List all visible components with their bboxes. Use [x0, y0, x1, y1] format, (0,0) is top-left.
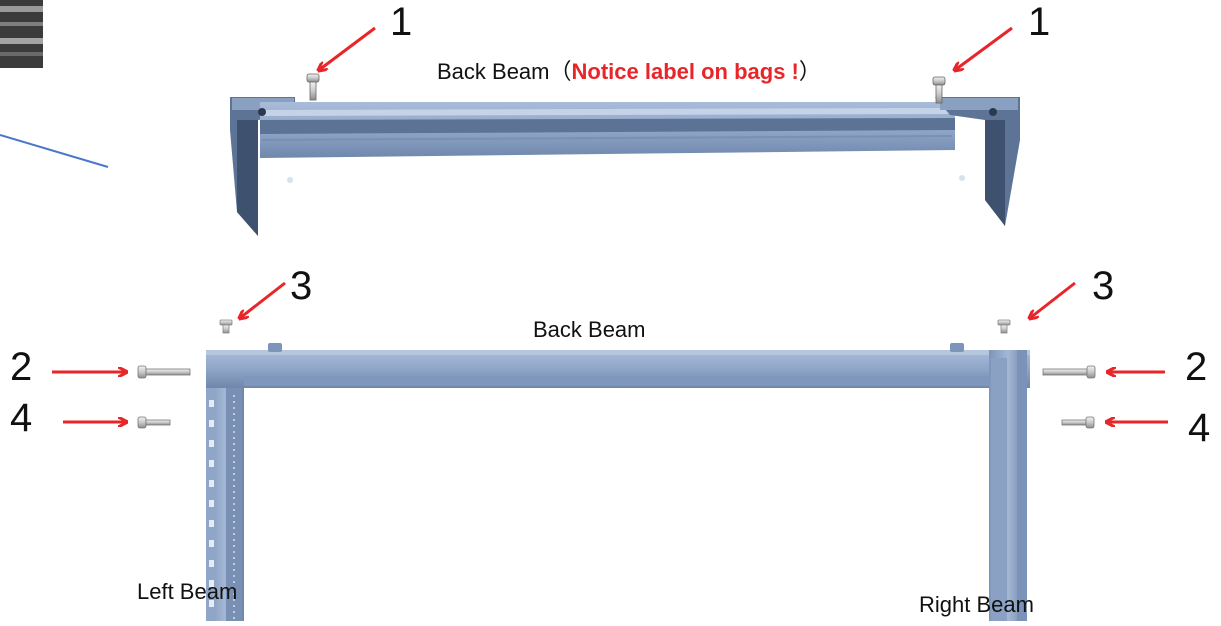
callout-number-2-left: 2: [10, 345, 33, 389]
back-beam-label: Back Beam: [533, 317, 646, 342]
callout-number-4-left: 4: [10, 396, 33, 440]
red-arrow-icon: [1030, 281, 1076, 318]
top-beam-title-suffix: ）: [798, 59, 821, 84]
back-beam-3d-icon: [230, 97, 1020, 236]
left-beam-label: Left Beam: [137, 579, 238, 604]
rack-frame-icon: [206, 343, 1030, 621]
callout-number-1-left: 1: [390, 0, 413, 44]
screw-icon: [219, 319, 233, 334]
diagram-canvas: [0, 0, 1168, 621]
bolt-icon: [137, 416, 171, 429]
red-arrow-icon: [319, 26, 376, 70]
assembly-diagram: 1 1 Back Beam（Notice label on bags !） 3 …: [0, 0, 1221, 621]
callout-number-3-left: 3: [290, 264, 313, 308]
guide-line: [0, 134, 109, 168]
red-arrow-icon: [240, 281, 286, 318]
right-beam-label: Right Beam: [919, 592, 1034, 617]
callout-number-3-right: 3: [1092, 264, 1115, 308]
red-arrow-icon: [955, 26, 1013, 70]
callout-number-4-right: 4: [1188, 406, 1211, 450]
callout-number-2-right: 2: [1185, 345, 1208, 389]
screw-icon: [997, 319, 1011, 334]
callout-number-1-right: 1: [1028, 0, 1051, 44]
bolt-icon: [137, 365, 191, 379]
bolt-icon: [306, 73, 320, 101]
top-beam-title-prefix: Back Beam（: [437, 59, 572, 84]
bolt-icon: [1061, 416, 1095, 429]
cropped-rail-photo: [0, 0, 43, 68]
notice-label: Notice label on bags !: [571, 59, 799, 84]
top-beam-title: Back Beam（Notice label on bags !）: [437, 60, 821, 84]
bolt-icon: [1042, 365, 1096, 379]
